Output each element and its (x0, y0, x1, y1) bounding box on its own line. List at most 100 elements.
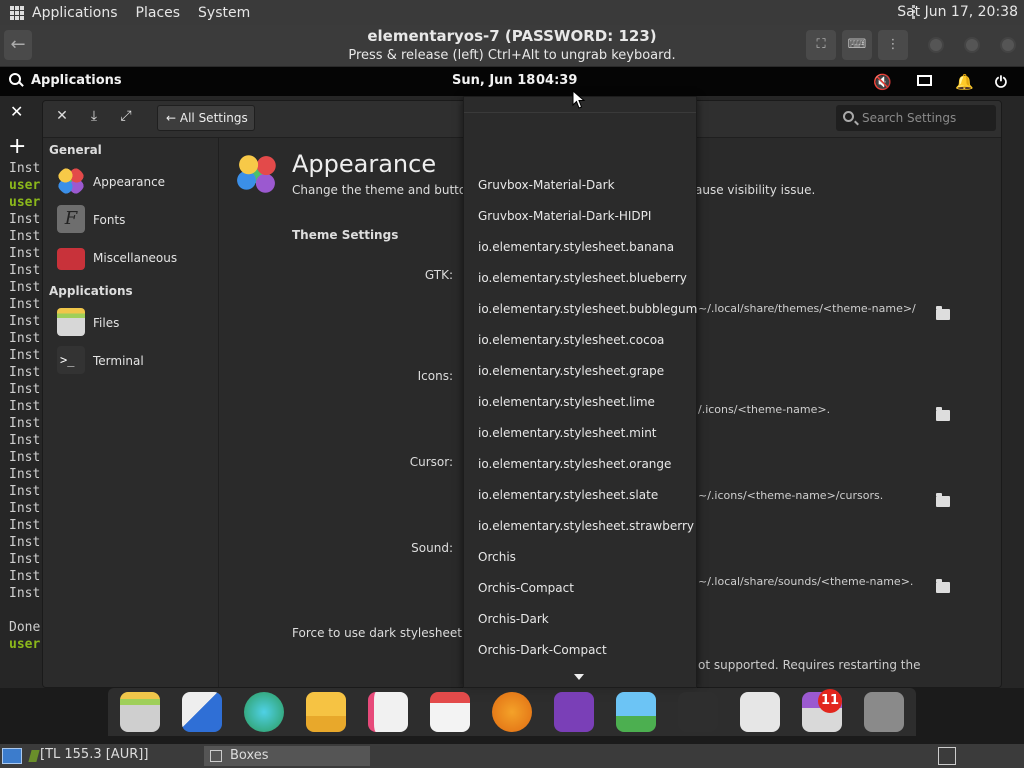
sidebar-item-appearance[interactable]: Appearance (43, 164, 219, 200)
terminal-close-icon[interactable]: ✕ (10, 102, 23, 121)
dock (108, 688, 916, 736)
dropdown-item[interactable]: io.elementary.stylesheet.cocoa (478, 325, 688, 356)
terminal-line: Inst (9, 246, 41, 261)
dropdown-item[interactable]: io.elementary.stylesheet.grape (478, 356, 688, 387)
fullscreen-button[interactable]: ⛶ (806, 30, 836, 60)
all-settings-button[interactable]: ← All Settings (157, 105, 255, 131)
download-icon[interactable]: ⤓ (83, 108, 105, 124)
minimize-button[interactable] (928, 37, 944, 53)
sidebar-item-files[interactable]: Files (43, 305, 219, 341)
sound-path: ~/.local/share/sounds/<theme-name>. (698, 575, 914, 588)
dropdown-item[interactable]: io.elementary.stylesheet.slate (478, 480, 688, 511)
close-icon[interactable]: ✕ (51, 108, 73, 124)
folder-icon[interactable] (936, 493, 950, 507)
maximize-button[interactable] (964, 37, 980, 53)
host-menu-applications[interactable]: Applications (32, 5, 118, 21)
folder-icon[interactable] (936, 306, 950, 320)
files-icon[interactable] (120, 692, 160, 732)
dropdown-item[interactable]: io.elementary.stylesheet.lime (478, 387, 688, 418)
notification-badge: 11 (818, 689, 842, 713)
toolbox-icon (57, 248, 85, 270)
terminal-line: Inst (9, 416, 41, 431)
keyboard-button[interactable]: ⌨ (842, 30, 872, 60)
folder-icon[interactable] (936, 407, 950, 421)
sound-muted-icon[interactable]: 🔇 (873, 73, 892, 91)
power-icon[interactable]: ⏻ (995, 73, 1007, 91)
terminal-line: Inst (9, 569, 41, 584)
sidebar-item-fonts[interactable]: F Fonts (43, 202, 219, 238)
terminal-line: Inst (9, 484, 41, 499)
close-button[interactable] (1000, 37, 1016, 53)
dropdown-item[interactable]: Gruvbox-Material-Dark-HIDPI (478, 201, 688, 232)
search-icon (843, 111, 854, 122)
sidebar-item-miscellaneous[interactable]: Miscellaneous (43, 240, 219, 276)
terminal-line: Inst (9, 331, 41, 346)
terminal-icon: >_ (57, 346, 85, 374)
force-dark-note: ot supported. Requires restarting the (698, 658, 921, 672)
gtk-label: GTK: (424, 268, 453, 282)
sidebar-item-terminal[interactable]: >_ Terminal (43, 343, 219, 379)
terminal-line: Inst (9, 450, 41, 465)
music-icon[interactable] (492, 692, 532, 732)
guest-time[interactable]: 04:39 (536, 73, 577, 88)
host-menu-system[interactable]: System (198, 5, 250, 21)
calendar-icon[interactable] (430, 692, 470, 732)
icons-label: Icons: (417, 369, 453, 383)
tray-window-icon[interactable] (938, 747, 956, 765)
terminal-line: Inst (9, 161, 41, 176)
guest-date[interactable]: Sun, Jun 18 (452, 73, 535, 88)
terminal-icon[interactable] (678, 692, 718, 732)
mail-icon[interactable] (306, 692, 346, 732)
dropdown-item[interactable]: Orchis-Dark (478, 604, 688, 635)
search-settings-input[interactable]: Search Settings (836, 105, 996, 131)
gtk-path: ~/.local/share/themes/<theme-name>/ (698, 302, 916, 315)
dropdown-item[interactable]: Orchis-Compact (478, 573, 688, 604)
system-settings-icon[interactable] (740, 692, 780, 732)
terminal-line: user (9, 195, 41, 210)
terminal-line: Inst (9, 586, 41, 601)
menu-button[interactable]: ⋮ (878, 30, 908, 60)
terminal-line: Inst (9, 297, 41, 312)
terminal-line: Inst (9, 229, 41, 244)
terminal-line: Done (9, 620, 41, 635)
notifications-icon[interactable]: 🔔 (955, 73, 974, 91)
multitasking-view-icon[interactable] (182, 692, 222, 732)
new-tab-icon[interactable]: + (8, 134, 26, 159)
cursor-path: ~/.icons/<theme-name>/cursors. (698, 489, 884, 502)
dropdown-item[interactable]: io.elementary.stylesheet.strawberry (478, 511, 694, 542)
host-menu-places[interactable]: Places (136, 5, 181, 21)
taskbar-item-boxes[interactable]: Boxes (204, 746, 370, 766)
gtk-theme-dropdown[interactable]: Gruvbox-Material-Dark Gruvbox-Material-Da… (463, 96, 697, 688)
app-grid-icon[interactable] (10, 5, 24, 20)
guest-applications-menu[interactable]: Applications (31, 73, 122, 88)
sound-label: Sound: (411, 541, 453, 555)
dropdown-item[interactable]: io.elementary.stylesheet.mint (478, 418, 688, 449)
sidebar-header-applications: Applications (49, 284, 133, 298)
folder-icon[interactable] (936, 579, 950, 593)
tasks-icon[interactable] (368, 692, 408, 732)
all-settings-label: All Settings (179, 111, 248, 125)
scroll-down-icon[interactable] (574, 674, 584, 680)
dropdown-item[interactable]: Gruvbox-Material-Dark (478, 170, 688, 201)
dropdown-item[interactable]: Orchis (478, 542, 688, 573)
display-icon[interactable] (917, 75, 932, 86)
host-clock[interactable]: Sat Jun 17, 20:38 (897, 4, 1018, 20)
dropdown-item[interactable]: io.elementary.stylesheet.banana (478, 232, 688, 263)
mouse-pointer-icon (572, 90, 586, 109)
show-desktop-button[interactable] (2, 748, 22, 764)
photos-icon[interactable] (616, 692, 656, 732)
host-taskbar: [TL 155.3 [AUR]] Boxes (0, 744, 1024, 768)
boxes-header-bar: ← elementaryos-7 (PASSWORD: 123) Press &… (0, 25, 1024, 67)
dropdown-item[interactable]: io.elementary.stylesheet.orange (478, 449, 688, 480)
taskbar-item-terminal[interactable]: [TL 155.3 [AUR]] (40, 747, 148, 762)
videos-icon[interactable] (554, 692, 594, 732)
dropdown-item[interactable]: io.elementary.stylesheet.blueberry (478, 263, 688, 294)
appearance-logo-icon (236, 153, 278, 195)
maximize-icon[interactable]: ⤢ (115, 108, 137, 124)
dropdown-item[interactable]: io.elementary.stylesheet.bubblegum (478, 294, 697, 325)
terminal-line: user (9, 178, 41, 193)
trash-icon[interactable] (864, 692, 904, 732)
web-browser-icon[interactable] (244, 692, 284, 732)
dropdown-item[interactable]: Orchis-Dark-Compact (478, 635, 688, 666)
guest-top-panel: Applications Sun, Jun 18 04:39 🔇 🔔 ⏻ (0, 67, 1024, 96)
